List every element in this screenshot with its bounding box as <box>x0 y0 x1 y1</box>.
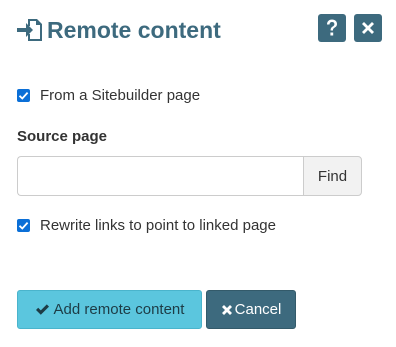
rewrite-links-checkbox[interactable] <box>17 219 30 232</box>
close-button[interactable] <box>354 14 382 42</box>
source-page-input[interactable] <box>17 156 303 196</box>
times-icon <box>221 304 233 316</box>
add-remote-content-label: Add remote content <box>53 301 185 318</box>
remote-content-dialog: Remote content From a Sitebuilder page S… <box>0 0 396 347</box>
help-button[interactable] <box>318 14 346 42</box>
dialog-header: Remote content <box>17 14 382 46</box>
rewrite-links-label: Rewrite links to point to linked page <box>40 217 276 234</box>
cancel-button[interactable]: Cancel <box>206 290 296 329</box>
dialog-title: Remote content <box>47 16 221 43</box>
file-import-icon <box>17 17 43 43</box>
add-remote-content-button[interactable]: Add remote content <box>17 290 202 329</box>
from-sitebuilder-label: From a Sitebuilder page <box>40 87 201 104</box>
close-icon <box>360 20 376 36</box>
from-sitebuilder-option[interactable]: From a Sitebuilder page <box>17 87 200 104</box>
source-page-label: Source page <box>17 128 108 145</box>
header-actions <box>318 14 382 42</box>
check-icon <box>35 303 50 316</box>
question-icon <box>324 18 340 38</box>
rewrite-links-option[interactable]: Rewrite links to point to linked page <box>17 217 276 234</box>
cancel-label: Cancel <box>234 301 282 318</box>
find-button[interactable]: Find <box>303 156 362 196</box>
from-sitebuilder-checkbox[interactable] <box>17 89 30 102</box>
source-page-input-group: Find <box>17 156 362 196</box>
